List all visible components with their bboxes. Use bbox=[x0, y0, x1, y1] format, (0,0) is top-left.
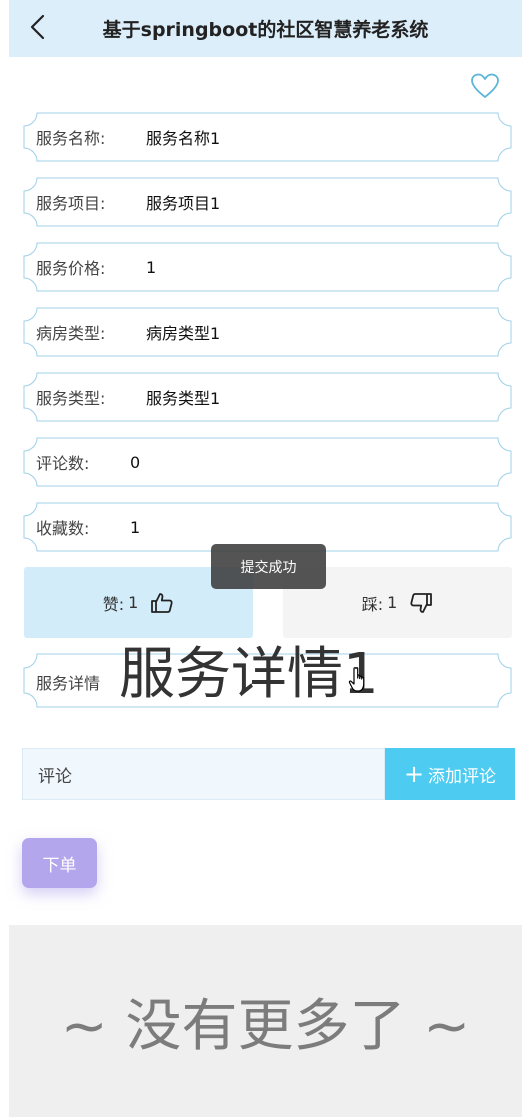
room-type-value: 病房类型1 bbox=[146, 324, 221, 343]
service-type-value: 服务类型1 bbox=[146, 389, 221, 408]
service-name-row: 服务名称: 服务名称1 bbox=[23, 112, 512, 162]
order-button[interactable]: 下单 bbox=[22, 838, 97, 888]
service-name-value: 服务名称1 bbox=[146, 129, 221, 148]
service-detail-row: 服务详情 服务详情1 bbox=[23, 647, 512, 708]
service-type-label: 服务类型: bbox=[36, 389, 106, 408]
favorite-button[interactable] bbox=[470, 72, 500, 100]
service-item-label: 服务项目: bbox=[36, 194, 106, 213]
add-comment-button[interactable]: + 添加评论 bbox=[385, 748, 515, 800]
toast-message: 提交成功 bbox=[211, 544, 326, 589]
service-price-row: 服务价格: 1 bbox=[23, 242, 512, 292]
like-count: 1 bbox=[128, 593, 139, 612]
hand-pointer-icon bbox=[348, 667, 365, 692]
service-item-row: 服务项目: 服务项目1 bbox=[23, 177, 512, 227]
service-detail-label: 服务详情 bbox=[36, 674, 101, 693]
row-frame bbox=[23, 437, 512, 487]
thumbs-down-icon bbox=[409, 592, 433, 614]
dislike-count: 1 bbox=[387, 593, 398, 612]
service-type-row: 服务类型: 服务类型1 bbox=[23, 372, 512, 422]
page: 基于springboot的社区智慧养老系统 服务名称: 服务名称1 服务项目: … bbox=[0, 0, 522, 1117]
service-item-value: 服务项目1 bbox=[146, 194, 221, 213]
room-type-row: 病房类型: 病房类型1 bbox=[23, 307, 512, 357]
service-detail-content: 服务详情1 bbox=[119, 642, 379, 707]
comment-count-label: 评论数: bbox=[36, 454, 90, 473]
footer: ~ 没有更多了 ~ bbox=[9, 925, 522, 1117]
favorite-count-label: 收藏数: bbox=[36, 519, 90, 538]
add-comment-label: 添加评论 bbox=[428, 766, 497, 787]
comment-count-value: 0 bbox=[130, 452, 141, 472]
service-name-label: 服务名称: bbox=[36, 129, 106, 148]
comment-input[interactable]: 评论 bbox=[22, 748, 385, 800]
page-title: 基于springboot的社区智慧养老系统 bbox=[102, 19, 429, 41]
plus-icon: + bbox=[403, 760, 425, 788]
comment-count-row: 评论数: 0 bbox=[23, 437, 512, 487]
chevron-left-icon bbox=[30, 14, 45, 40]
back-button[interactable] bbox=[23, 10, 53, 44]
heart-outline-icon bbox=[471, 73, 499, 98]
like-label: 赞: bbox=[102, 594, 125, 614]
service-price-value: 1 bbox=[146, 257, 157, 277]
room-type-label: 病房类型: bbox=[36, 324, 106, 343]
no-more-text: ~ 没有更多了 ~ bbox=[60, 993, 471, 1059]
dislike-label: 踩: bbox=[361, 594, 384, 614]
service-price-label: 服务价格: bbox=[36, 259, 106, 278]
thumbs-up-icon bbox=[150, 592, 174, 614]
favorite-count-value: 1 bbox=[130, 517, 141, 537]
top-bar: 基于springboot的社区智慧养老系统 bbox=[9, 0, 522, 57]
